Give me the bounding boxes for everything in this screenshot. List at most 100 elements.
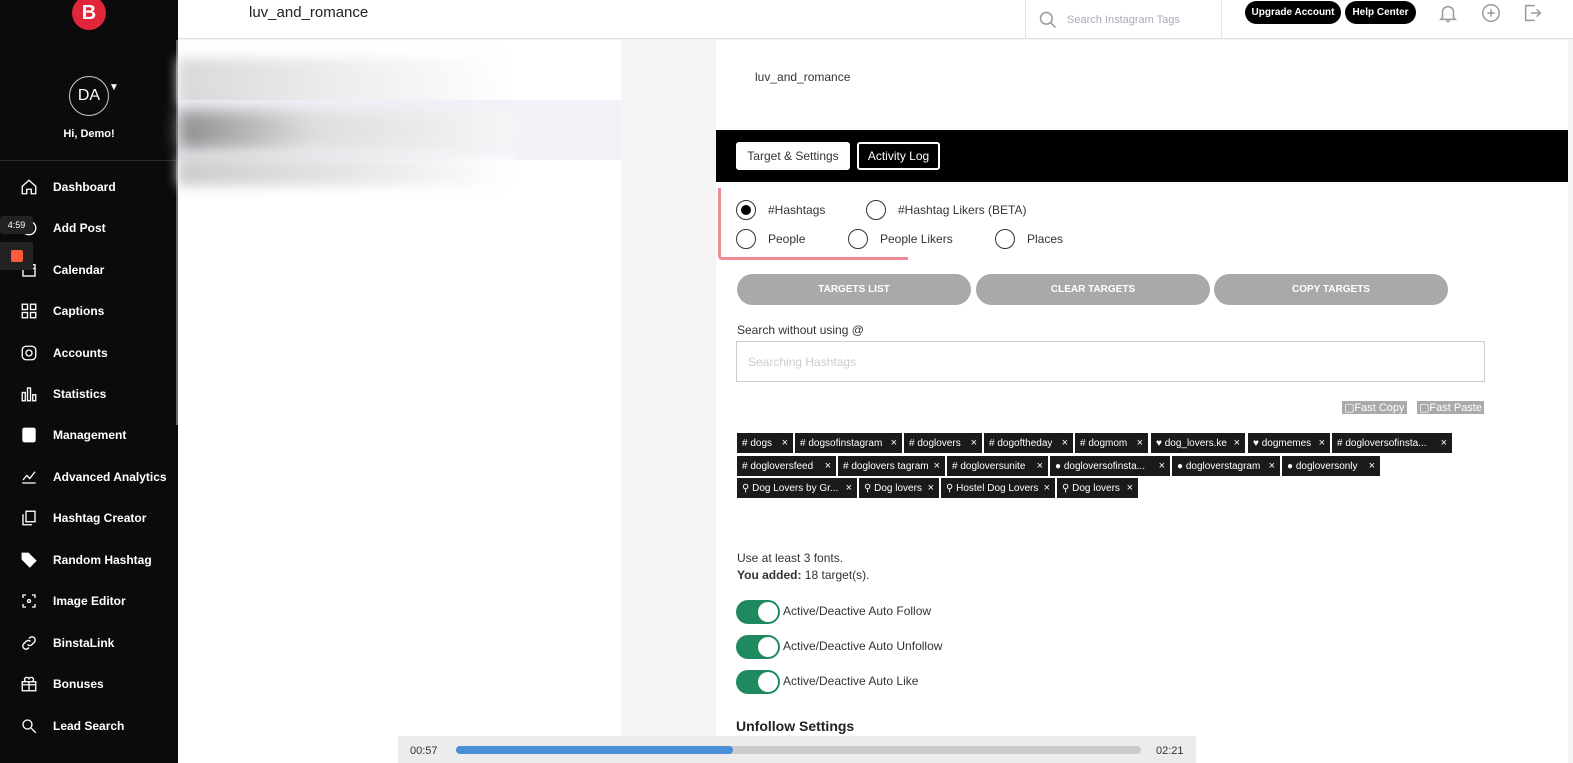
radio-dot[interactable] [736, 229, 756, 249]
video-seek-track[interactable] [456, 746, 1141, 754]
close-icon[interactable]: × [1044, 482, 1050, 494]
close-icon[interactable]: × [1441, 437, 1447, 449]
target-tag[interactable]: ⚲ Hostel Dog Lovers × [941, 478, 1055, 498]
bell-icon[interactable] [1437, 2, 1461, 26]
sidebar-item-captions[interactable]: Captions [0, 295, 178, 327]
sidebar-item-management[interactable]: Management [0, 419, 178, 451]
tag-prefix: ⚲ [864, 482, 872, 494]
radio-dot[interactable] [866, 200, 886, 220]
target-tag[interactable]: # doglovers tagram × [838, 456, 945, 476]
target-tag[interactable]: # dogsofinstagram × [795, 433, 902, 453]
sidebar-item-dashboard[interactable]: Dashboard [0, 171, 178, 203]
line-chart-icon [18, 466, 40, 488]
sidebar-item-label: Accounts [53, 346, 108, 360]
radio-dot[interactable] [848, 229, 868, 249]
radio-hashtag-likers[interactable]: #Hashtag Likers (BETA) [866, 200, 1027, 220]
close-icon[interactable]: × [891, 437, 897, 449]
target-tag[interactable]: # dogloversfeed × [737, 456, 836, 476]
sidebar-item-label: Add Post [53, 221, 106, 235]
close-icon[interactable]: × [1159, 460, 1165, 472]
tag-text: dogloverstagram [1185, 460, 1261, 472]
fast-copy-button[interactable]: ▢ Fast Copy [1342, 401, 1407, 414]
close-icon[interactable]: × [782, 437, 788, 449]
sidebar-item-advanced-analytics[interactable]: Advanced Analytics [0, 461, 178, 493]
tag-prefix: # [952, 460, 958, 472]
auto-like-toggle[interactable] [736, 670, 780, 694]
close-icon[interactable]: × [1127, 482, 1133, 494]
tag-prefix: # [1080, 437, 1086, 449]
close-icon[interactable]: × [1234, 437, 1240, 449]
radio-dot[interactable] [995, 229, 1015, 249]
sidebar-item-lead-search[interactable]: Lead Search [0, 710, 178, 742]
sidebar-item-random-hashtag[interactable]: Random Hashtag [0, 544, 178, 576]
target-tag[interactable]: # dogloversofinsta... × [1332, 433, 1452, 453]
clear-targets-button[interactable]: CLEAR TARGETS [976, 274, 1210, 305]
radio-hashtags[interactable]: #Hashtags [736, 200, 825, 220]
close-icon[interactable]: × [1062, 437, 1068, 449]
close-icon[interactable]: × [846, 482, 852, 494]
tag-prefix: # [1337, 437, 1343, 449]
sidebar-item-label: Hashtag Creator [53, 511, 147, 525]
account-name: luv_and_romance [755, 70, 851, 84]
tag-prefix: # [800, 437, 806, 449]
target-tag[interactable]: ♥ dogmemes × [1248, 433, 1330, 453]
sidebar-item-binstalink[interactable]: BinstaLink [0, 627, 178, 659]
search-input[interactable]: Search Instagram Tags [1067, 14, 1180, 26]
target-tag[interactable]: # dogmom × [1075, 433, 1148, 453]
target-tag[interactable]: ⚲ Dog Lovers by Gr... × [737, 478, 857, 498]
sidebar-item-accounts[interactable]: Accounts [0, 337, 178, 369]
sidebar-item-label: Captions [53, 304, 105, 318]
fast-paste-button[interactable]: ▢ Fast Paste [1417, 401, 1484, 414]
chevron-down-icon[interactable]: ▼ [109, 82, 119, 93]
list-item[interactable] [178, 58, 515, 106]
target-tag[interactable]: # doglovers × [904, 433, 982, 453]
record-stop-button[interactable] [0, 242, 33, 270]
upgrade-account-button[interactable]: Upgrade Account [1245, 1, 1341, 24]
list-item[interactable] [178, 100, 621, 160]
target-tag[interactable]: # dogs × [737, 433, 793, 453]
target-tag[interactable]: ⚲ Dog lovers × [859, 478, 939, 498]
radio-dot[interactable] [736, 200, 756, 220]
hashtag-search-input[interactable]: Searching Hashtags [736, 341, 1485, 382]
targets-list-button[interactable]: TARGETS LIST [737, 274, 971, 305]
close-icon[interactable]: × [971, 437, 977, 449]
target-tag[interactable]: ● dogloversonly × [1282, 456, 1380, 476]
close-icon[interactable]: × [1037, 460, 1043, 472]
target-tag[interactable]: ♥ dog_lovers.ke × [1151, 433, 1245, 453]
close-icon[interactable]: × [1319, 437, 1325, 449]
auto-unfollow-toggle[interactable] [736, 635, 780, 659]
tab-activity-log[interactable]: Activity Log [857, 142, 940, 170]
brand-logo[interactable]: B [72, 0, 106, 30]
avatar[interactable]: DA [69, 76, 109, 116]
sidebar-item-hashtag-creator[interactable]: Hashtag Creator [0, 502, 178, 534]
close-icon[interactable]: × [825, 460, 831, 472]
close-icon[interactable]: × [1137, 437, 1143, 449]
profile[interactable]: DA ▼ Hi, Demo! [0, 76, 178, 140]
radio-places[interactable]: Places [995, 229, 1063, 249]
close-icon[interactable]: × [1369, 460, 1375, 472]
close-icon[interactable]: × [1269, 460, 1275, 472]
radio-people[interactable]: People [736, 229, 805, 249]
target-tag[interactable]: ⚲ Dog lovers × [1057, 478, 1138, 498]
logout-icon[interactable] [1522, 2, 1546, 26]
close-icon[interactable]: × [928, 482, 934, 494]
recording-timer: 4:59 [0, 216, 33, 234]
help-center-button[interactable]: Help Center [1345, 1, 1416, 24]
sidebar-item-image-editor[interactable]: Image Editor [0, 585, 178, 617]
sidebar-item-statistics[interactable]: Statistics [0, 378, 178, 410]
tab-target-settings[interactable]: Target & Settings [736, 142, 850, 170]
radio-people-likers[interactable]: People Likers [848, 229, 953, 249]
target-tag[interactable]: ● dogloversofinsta... × [1050, 456, 1170, 476]
target-tag[interactable]: # dogoftheday × [984, 433, 1073, 453]
tag-search[interactable]: Search Instagram Tags [1025, 0, 1222, 39]
close-icon[interactable]: × [934, 460, 940, 472]
target-tag[interactable]: # dogloversunite × [947, 456, 1048, 476]
auto-follow-toggle[interactable] [736, 600, 780, 624]
add-circle-icon[interactable] [1480, 2, 1504, 26]
sidebar-item-bonuses[interactable]: Bonuses [0, 668, 178, 700]
radio-label: #Hashtag Likers (BETA) [898, 203, 1027, 217]
target-tag[interactable]: ● dogloverstagram × [1172, 456, 1280, 476]
list-item[interactable] [178, 156, 515, 186]
copy-targets-button[interactable]: COPY TARGETS [1214, 274, 1448, 305]
tag-text: dogoftheday [997, 437, 1053, 449]
